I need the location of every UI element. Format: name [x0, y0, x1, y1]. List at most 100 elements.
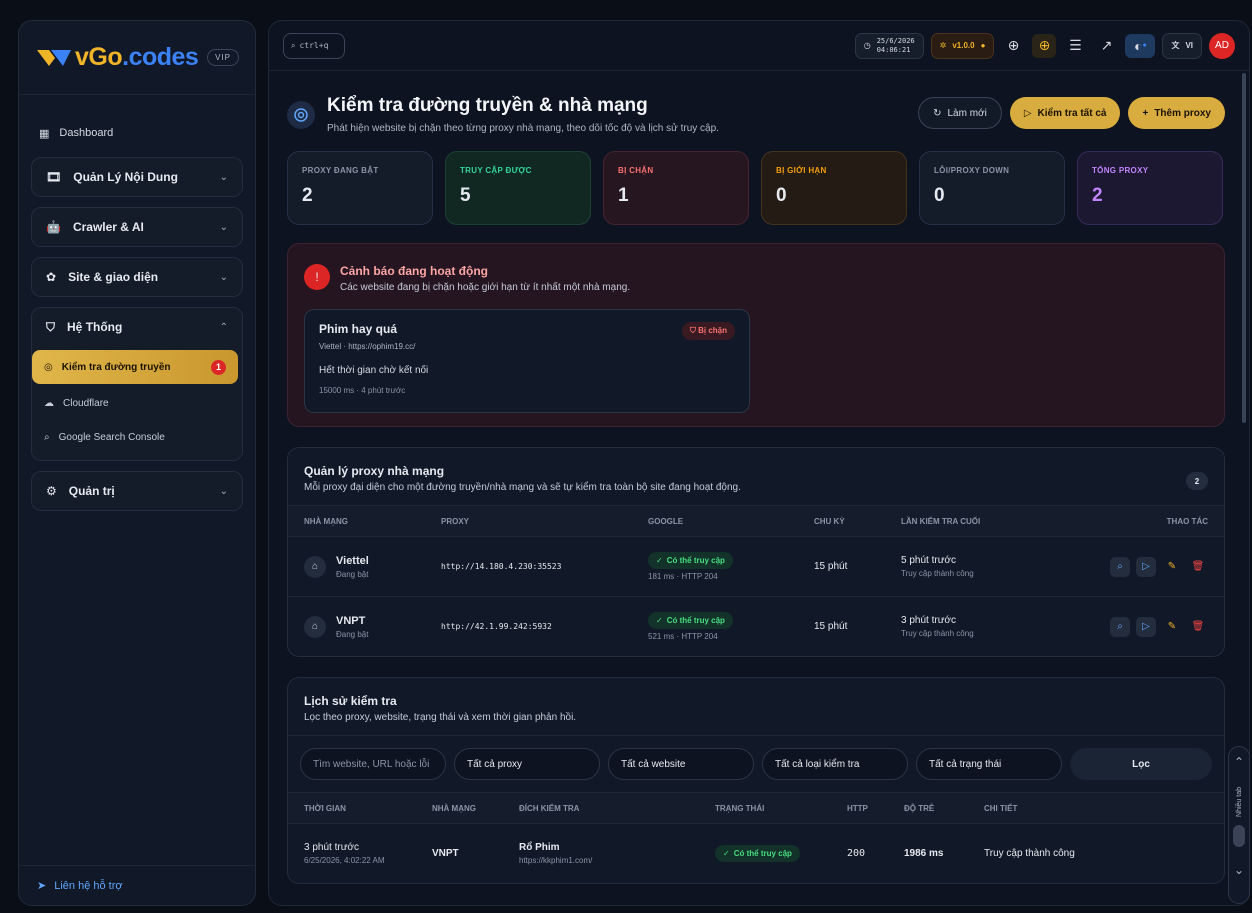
logo-row: vGo.codes VIP — [19, 21, 255, 95]
alert-count-badge: 1 — [211, 359, 226, 375]
history-panel: Lịch sử kiểm tra Lọc theo proxy, website… — [287, 677, 1225, 884]
status-badge: ✓ Có thể truy cập — [648, 552, 733, 569]
router-icon: ⌂ — [304, 615, 326, 638]
alert-panel: ! Cảnh báo đang hoạt động Các website đa… — [287, 243, 1225, 427]
stat-card-total: TỔNG PROXY 2 — [1077, 151, 1223, 225]
play-icon[interactable]: ▷ — [1136, 616, 1156, 637]
sidebar-group-content[interactable]: 🎞 Quản Lý Nội Dung ⌄ — [31, 157, 243, 197]
avatar[interactable]: AD — [1209, 32, 1235, 59]
scrollbar[interactable] — [1242, 73, 1246, 423]
version-chip[interactable]: ✲ v1.0.0 ● — [930, 32, 995, 59]
edit-icon[interactable]: ✎ — [1162, 617, 1182, 637]
edit-icon[interactable]: ✎ — [1162, 557, 1182, 577]
router-icon: ⌂ — [304, 555, 326, 578]
logo-text[interactable]: vGo.codes — [75, 43, 199, 72]
sidebar: vGo.codes VIP ▦ Dashboard 🎞 Quản Lý Nội Du… — [18, 20, 256, 906]
add-proxy-button[interactable]: + Thêm proxy — [1128, 97, 1225, 129]
multi-tab-label: Nhiều tab — [1235, 787, 1243, 817]
shield-alert-icon: ! — [304, 264, 330, 290]
alert-subtitle: Các website đang bị chặn hoặc giới hạn t… — [340, 282, 631, 293]
sparkle-icon: ✲ — [939, 41, 947, 50]
radar-icon: ◎ — [44, 361, 53, 373]
sidebar-item-line-check[interactable]: ◎ Kiểm tra đường truyền 1 — [32, 350, 238, 384]
search-button[interactable]: ⌕ ctrl+q — [283, 32, 345, 59]
trash-icon[interactable]: 🗑 — [1188, 617, 1208, 637]
stat-card-limited: BỊ GIỚI HẠN 0 — [761, 151, 907, 225]
sidebar-group-crawler[interactable]: 🤖 Crawler & AI ⌄ — [31, 207, 243, 247]
check-circle-icon: ✓ — [656, 556, 663, 565]
proxy-filter-select[interactable]: Tất cả proxy — [454, 748, 600, 780]
support-link[interactable]: ➤ Liên hệ hỗ trợ — [19, 865, 255, 905]
sidebar-item-dashboard[interactable]: ▦ Dashboard — [19, 119, 255, 147]
alert-title: Cảnh báo đang hoạt động — [340, 264, 488, 278]
telegram-icon: ➤ — [37, 880, 47, 892]
stat-card-error: LỖI/PROXY DOWN 0 — [919, 151, 1065, 225]
external-link-icon[interactable]: ↗ — [1094, 34, 1118, 58]
table-row: 3 phút trước 6/25/2026, 4:02:22 AM VNPT R… — [288, 823, 1224, 883]
website-filter-select[interactable]: Tất cả website — [608, 748, 754, 780]
check-all-button[interactable]: ▷ Kiểm tra tất cả — [1009, 97, 1121, 129]
sidebar-item-search-console[interactable]: ⌕ Google Search Console — [32, 420, 242, 454]
search-icon[interactable]: ⌕ — [1110, 616, 1130, 637]
page-title: Kiểm tra đường truyền & nhà mạng — [327, 95, 648, 116]
history-subtitle: Lọc theo proxy, website, trạng thái và x… — [304, 712, 577, 723]
history-title: Lịch sử kiểm tra — [304, 694, 397, 708]
shield-check-icon: ⛉ — [46, 319, 56, 334]
tab-toggle[interactable] — [1233, 824, 1245, 847]
theme-icon[interactable]: ◐ ● — [1125, 33, 1156, 58]
chevron-down-icon: ⌄ — [219, 221, 228, 233]
database-icon[interactable]: ☰ — [1063, 34, 1087, 58]
blocked-badge: ⛉ Bị chặn — [681, 322, 735, 340]
status-badge: ✓ Có thể truy cập — [715, 845, 800, 862]
sidebar-group-system[interactable]: ⛉ Hệ Thống ⌃ ◎ Kiểm tra đường truyền 1 ☁ Clou… — [31, 307, 243, 461]
trash-icon[interactable]: 🗑 — [1188, 557, 1208, 577]
clock-icon: ◷ — [863, 41, 871, 50]
sidebar-group-site[interactable]: ✿ Site & giao diện ⌄ — [31, 257, 243, 297]
type-filter-select[interactable]: Tất cả loại kiểm tra — [762, 748, 908, 780]
film-icon: 🎞 — [46, 170, 62, 184]
language-switch[interactable]: 文 VI — [1162, 32, 1202, 59]
globe-icon[interactable]: ⊕ — [1001, 34, 1025, 58]
translate-icon: 文 — [1171, 41, 1180, 50]
table-row: ⌂ VNPT Đang bật http://42.1.99.242:5932 ✓ C… — [288, 596, 1224, 656]
gear-icon: ⚙ — [46, 484, 57, 498]
proxy-count-badge: 2 — [1186, 472, 1208, 490]
chevron-down-icon[interactable]: ⌄ — [1229, 863, 1249, 877]
proxy-panel-title: Quản lý proxy nhà mạng — [304, 464, 445, 478]
search-icon: ⌕ — [44, 431, 50, 443]
table-row: ⌂ Viettel Đang bật http://14.180.4.230:355… — [288, 536, 1224, 596]
check-circle-icon: ✓ — [656, 616, 663, 625]
stat-card-accessible: TRUY CẬP ĐƯỢC 5 — [445, 151, 591, 225]
main-panel: ⌕ ctrl+q ◷ 25/6/2026 04:06:21 ✲ v1.0.0 ● ⊕ ⊕ … — [268, 20, 1250, 906]
play-icon: ▷ — [1023, 107, 1032, 119]
clock-chip: ◷ 25/6/2026 04:06:21 — [854, 32, 924, 59]
chevron-down-icon: ⌄ — [219, 485, 228, 497]
vip-badge: VIP — [207, 49, 239, 66]
alert-card[interactable]: Phim hay quá Viettel · https://ophim19.c… — [304, 309, 750, 413]
search-icon[interactable]: ⌕ — [1110, 556, 1130, 577]
page-subtitle: Phát hiện website bị chặn theo từng prox… — [327, 123, 719, 134]
grid-icon: ▦ — [39, 127, 50, 140]
status-badge: ✓ Có thể truy cập — [648, 612, 733, 629]
sidebar-item-cloudflare[interactable]: ☁ Cloudflare — [32, 386, 242, 420]
palette-icon: ✿ — [46, 270, 57, 284]
status-filter-select[interactable]: Tất cả trạng thái — [916, 748, 1062, 780]
proxy-panel-subtitle: Mỗi proxy đại diện cho một đường truyền/… — [304, 482, 741, 493]
add-circle-icon[interactable]: ⊕ — [1032, 33, 1057, 58]
chevron-down-icon: ⌄ — [219, 271, 228, 283]
filter-bar: Tìm website, URL hoặc lỗi Tất cả proxy T… — [288, 736, 1224, 793]
play-icon[interactable]: ▷ — [1136, 556, 1156, 577]
topbar: ⌕ ctrl+q ◷ 25/6/2026 04:06:21 ✲ v1.0.0 ● ⊕ ⊕ … — [269, 21, 1249, 71]
cloud-icon: ☁ — [44, 397, 54, 409]
refresh-icon: ↻ — [933, 107, 942, 119]
history-search-input[interactable]: Tìm website, URL hoặc lỗi — [300, 748, 446, 780]
sidebar-group-admin[interactable]: ⚙ Quản trị ⌄ — [31, 471, 243, 511]
page-header: Kiểm tra đường truyền & nhà mạng Phát hi… — [287, 91, 1225, 147]
filter-button[interactable]: Lọc — [1070, 748, 1212, 780]
refresh-button[interactable]: ↻ Làm mới — [918, 97, 1002, 129]
scroll-widget[interactable]: ⌃ Nhiều tab ⌄ — [1228, 746, 1250, 904]
stat-card-blocked: BỊ CHẶN 1 — [603, 151, 749, 225]
chevron-up-icon[interactable]: ⌃ — [1229, 755, 1249, 769]
proxy-panel: Quản lý proxy nhà mạng Mỗi proxy đại diệ… — [287, 447, 1225, 657]
table-header: THỜI GIAN NHÀ MẠNG ĐÍCH KIỂM TRA TRẠNG THÁI… — [288, 793, 1224, 823]
